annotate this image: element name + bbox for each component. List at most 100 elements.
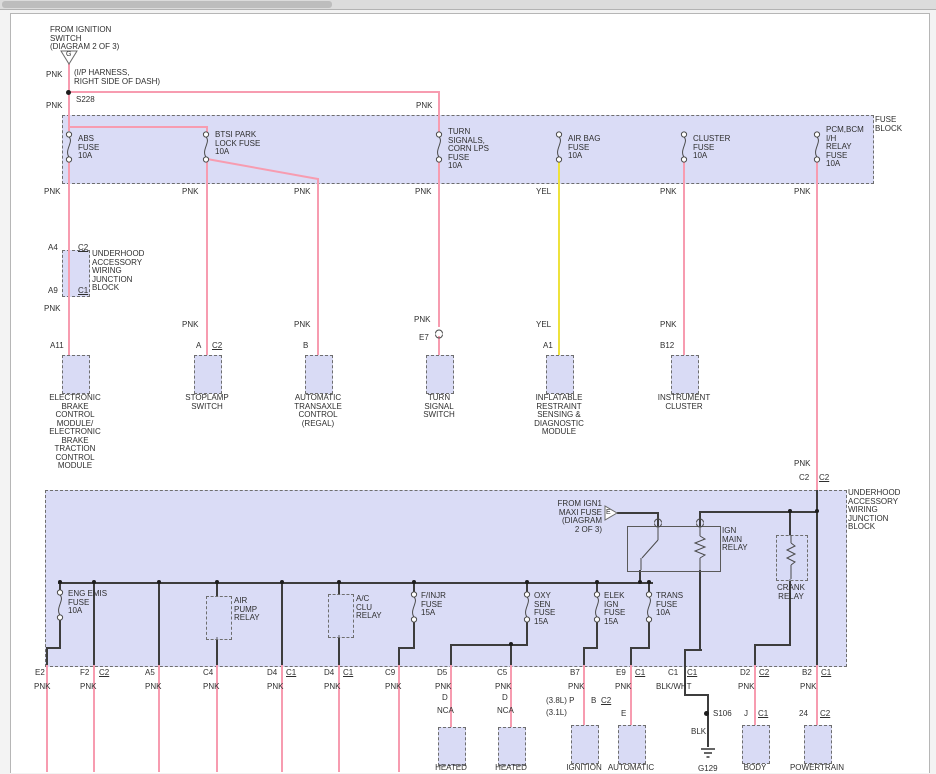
pin-label: J <box>744 710 748 719</box>
device-label: ELECTRONIC BRAKE CONTROL MODULE/ ELECTRO… <box>40 394 110 471</box>
splice-dot-s228 <box>66 90 71 95</box>
cluster-fuse-icon <box>679 131 689 168</box>
pin-label: B <box>303 342 308 351</box>
bus-wire <box>58 582 653 584</box>
ground-icon <box>700 747 716 765</box>
nca-label: NCA <box>437 707 454 716</box>
wire-segment <box>684 649 686 665</box>
junction-dot <box>280 580 284 584</box>
wire-color-label: PNK <box>568 683 584 692</box>
junction-dot <box>157 580 161 584</box>
wire-segment <box>583 647 598 649</box>
device-label: BODY <box>742 764 768 773</box>
wire-color-label: PNK <box>738 683 754 692</box>
wire-segment <box>281 582 283 665</box>
device-automatic <box>618 725 646 764</box>
device-body <box>742 725 770 764</box>
wire-color-label: PNK <box>34 683 50 692</box>
harness-note: (I/P HARNESS, RIGHT SIDE OF DASH) <box>74 69 160 86</box>
wire-color-label: PNK <box>794 460 810 469</box>
fuse-label: ABS FUSE 10A <box>78 135 99 161</box>
air-pump-relay-box <box>206 596 232 640</box>
connector-label: C1 <box>635 669 645 678</box>
wire-color-label: BLK/WHT <box>656 683 692 692</box>
pin-label: D <box>502 694 508 703</box>
wire-color-label: PNK <box>44 305 60 314</box>
pin-label: F2 <box>80 669 89 678</box>
turn-fuse-feed-wire <box>438 91 440 132</box>
wire-segment <box>398 647 415 649</box>
eng-emis-fuse-icon <box>55 589 65 626</box>
wire-color-label: PNK <box>182 188 198 197</box>
wire-color-label: PNK <box>294 188 310 197</box>
pin-label: D <box>442 694 448 703</box>
nca-label: NCA <box>497 707 514 716</box>
pin-label: B2 <box>802 669 812 678</box>
device-transaxle-control <box>305 355 333 394</box>
pin-label: C4 <box>203 669 213 678</box>
junction-dot <box>58 580 62 584</box>
device-ignition <box>571 725 599 764</box>
turn-fuse-icon <box>434 131 444 168</box>
wire-color-label: PNK <box>46 102 62 111</box>
connector-label: C1 <box>343 669 353 678</box>
connector-label: C2 <box>601 697 611 706</box>
junction-block-main-title: UNDERHOOD ACCESSORY WIRING JUNCTION BLOC… <box>848 489 900 532</box>
turn-output-wire <box>438 158 440 327</box>
pin-label: D2 <box>740 669 750 678</box>
airbag-output-wire <box>558 158 560 355</box>
wire-segment <box>158 582 160 665</box>
cluster-output-wire <box>683 158 685 355</box>
s228-branch-wire <box>68 91 440 93</box>
junction-dot <box>337 580 341 584</box>
wire-color-label: PNK <box>80 683 96 692</box>
pin-label: A4 <box>48 244 58 253</box>
output-wire <box>816 665 818 725</box>
wire-segment <box>46 647 48 665</box>
wire-color-label: PNK <box>794 188 810 197</box>
element-label: F/INJR FUSE 15A <box>421 592 446 618</box>
fuse-label: PCM,BCM I/H RELAY FUSE 10A <box>826 126 864 169</box>
fuse-label: CLUSTER FUSE 10A <box>693 135 730 161</box>
wire-segment <box>510 644 512 665</box>
pin-label: B12 <box>660 342 674 351</box>
output-wire <box>510 665 512 727</box>
btsi-feed-wire <box>68 126 208 128</box>
pin-label: C9 <box>385 669 395 678</box>
horizontal-scrollbar[interactable] <box>0 0 936 10</box>
junction-dot <box>638 580 642 584</box>
btsi-fuse-icon <box>201 131 211 168</box>
pcm-fuse-icon <box>812 131 822 168</box>
connector-label: C2 <box>820 710 830 719</box>
output-wire <box>630 665 632 725</box>
device-label: STOPLAMP SWITCH <box>172 394 242 411</box>
device-label: AUTOMATIC TRANSAXLE CONTROL (REGAL) <box>283 394 353 428</box>
scrollbar-thumb[interactable] <box>2 1 332 8</box>
ign-main-relay-internals-icon <box>627 526 719 575</box>
junction-dot <box>412 580 416 584</box>
element-label: OXY SEN FUSE 15A <box>534 592 555 626</box>
junction-block-left-title: UNDERHOOD ACCESSORY WIRING JUNCTION BLOC… <box>92 250 144 293</box>
pin-label: C2 <box>799 474 809 483</box>
device-label: INSTRUMENT CLUSTER <box>646 394 722 411</box>
wire-segment <box>699 570 701 651</box>
wire-color-label: PNK <box>46 71 62 80</box>
wire-segment <box>699 511 818 513</box>
connector-label: C2 <box>99 669 109 678</box>
pin-label: A <box>196 342 201 351</box>
wire-segment <box>630 647 632 665</box>
transaxle-output-wire <box>317 178 319 355</box>
wire-segment <box>450 644 528 646</box>
pin-label: B <box>591 697 596 706</box>
device-label: AUTOMATIC <box>606 764 656 773</box>
wire-color-label: PNK <box>203 683 219 692</box>
device-label: HEATED <box>429 764 473 773</box>
junction-dot <box>815 509 819 513</box>
connector-label: C1 <box>78 287 88 296</box>
wire-color-label: PNK <box>145 683 161 692</box>
engine-variant-label: (3.8L) P <box>546 697 574 706</box>
wire-color-label: PNK <box>44 188 60 197</box>
pin-label: B7 <box>570 669 580 678</box>
wire-segment <box>398 647 400 665</box>
oxy-sen-fuse-icon <box>522 591 532 628</box>
